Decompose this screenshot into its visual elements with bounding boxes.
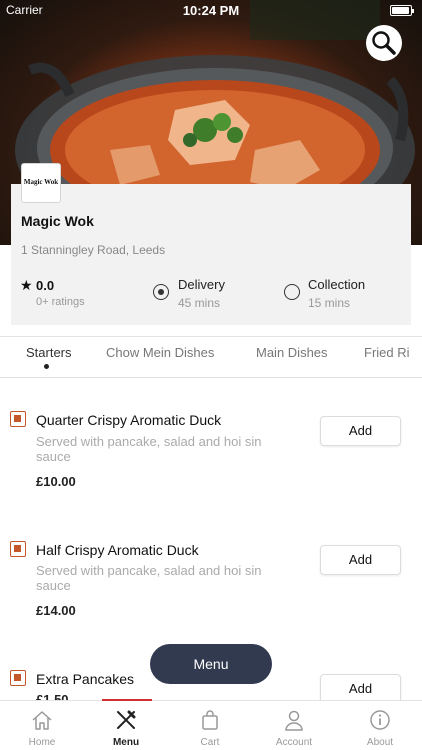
delivery-radio[interactable] <box>153 284 169 300</box>
home-icon <box>32 711 52 730</box>
battery-icon <box>390 5 414 16</box>
item-price: £14.00 <box>36 603 76 618</box>
nav-label: Account <box>275 737 313 748</box>
ratings-count: 0+ ratings <box>36 296 85 308</box>
utensils-icon <box>117 710 136 729</box>
logo-text: Magic Wok <box>23 178 59 186</box>
search-icon <box>372 31 396 55</box>
user-icon <box>285 710 303 731</box>
nav-menu[interactable]: Menu <box>84 701 168 750</box>
item-name[interactable]: Extra Pancakes <box>36 671 134 687</box>
collection-radio[interactable] <box>284 284 300 300</box>
nav-home[interactable]: Home <box>0 701 84 750</box>
tab-fried-rice[interactable]: Fried Ri <box>364 345 410 360</box>
nav-account[interactable]: Account <box>252 701 336 750</box>
star-icon: ★ <box>20 277 33 293</box>
bottom-navigation: Home Menu Cart Account About <box>0 700 422 750</box>
bag-icon <box>202 710 218 730</box>
add-button[interactable]: Add <box>320 416 401 446</box>
collection-label[interactable]: Collection <box>308 277 365 292</box>
nav-cart[interactable]: Cart <box>168 701 252 750</box>
nav-label: Home <box>28 737 56 748</box>
collection-time: 15 mins <box>308 296 351 310</box>
item-description: Served with pancake, salad and hoi sin s… <box>36 434 262 464</box>
restaurant-logo: Magic Wok <box>21 163 61 203</box>
item-marker-icon <box>10 670 26 686</box>
item-marker-icon <box>10 541 26 557</box>
restaurant-name: Magic Wok <box>21 213 94 229</box>
delivery-label[interactable]: Delivery <box>178 277 225 292</box>
nav-label: Menu <box>112 737 140 748</box>
tab-starters[interactable]: Starters <box>26 345 72 360</box>
search-button[interactable] <box>366 25 402 61</box>
nav-label: About <box>366 737 394 748</box>
restaurant-address: 1 Stanningley Road, Leeds <box>21 243 166 257</box>
nav-about[interactable]: About <box>338 701 422 750</box>
status-bar: Carrier 10:24 PM <box>0 0 422 22</box>
rating-value: 0.0 <box>36 278 55 293</box>
category-tabs: Starters Chow Mein Dishes Main Dishes Fr… <box>0 336 422 378</box>
delivery-time: 45 mins <box>178 296 221 310</box>
info-icon <box>370 710 390 730</box>
tab-main-dishes[interactable]: Main Dishes <box>256 345 328 360</box>
item-marker-icon <box>10 411 26 427</box>
item-name[interactable]: Quarter Crispy Aromatic Duck <box>36 412 221 428</box>
active-nav-indicator <box>102 699 152 701</box>
item-name[interactable]: Half Crispy Aromatic Duck <box>36 542 199 558</box>
tab-chow-mein-dishes[interactable]: Chow Mein Dishes <box>106 345 214 360</box>
add-button[interactable]: Add <box>320 545 401 575</box>
menu-button[interactable]: Menu <box>150 644 272 684</box>
item-price: £10.00 <box>36 474 76 489</box>
status-time: 10:24 PM <box>182 3 240 18</box>
active-tab-indicator <box>44 364 49 369</box>
nav-label: Cart <box>200 737 220 748</box>
item-description: Served with pancake, salad and hoi sin s… <box>36 563 262 593</box>
